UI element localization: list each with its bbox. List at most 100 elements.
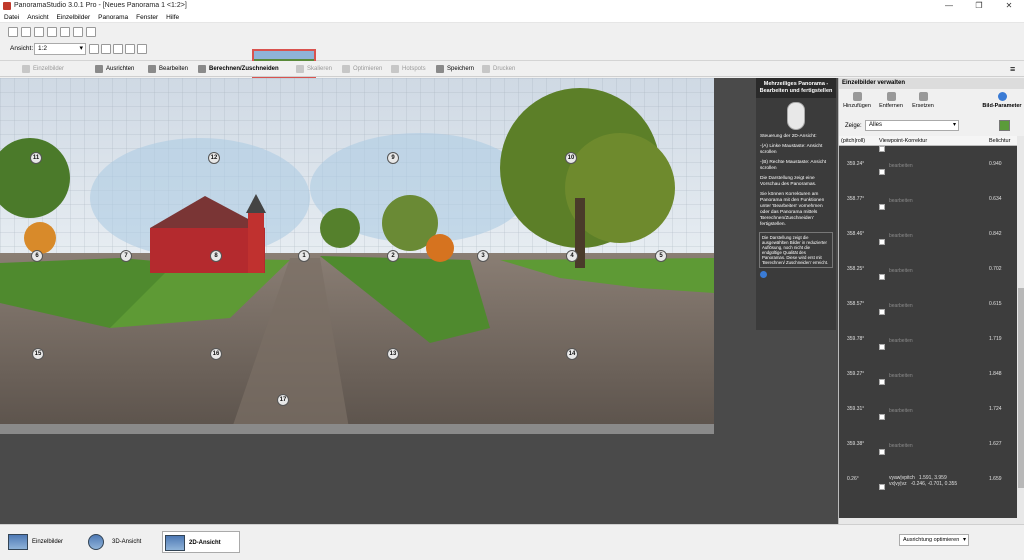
ausrichtung-select[interactable]: Ausrichtung optimieren [899, 534, 969, 546]
drucken-button[interactable]: Drucken [482, 64, 515, 74]
zoom-fit-icon[interactable] [113, 44, 123, 54]
marker-16[interactable]: 16 [210, 348, 222, 360]
table-row[interactable]: 359.38° bearbeiten 1.627 [839, 430, 1017, 465]
marker-2[interactable]: 2 [387, 250, 399, 262]
table-row[interactable]: 359.31° bearbeiten 1.724 [839, 395, 1017, 430]
marker-7[interactable]: 7 [120, 250, 132, 262]
hinzufuegen-button[interactable]: Hinzufügen [843, 92, 871, 109]
table-row[interactable]: 358.77° bearbeiten 0.634 [839, 185, 1017, 220]
ausrichten-button[interactable]: Ausrichten [95, 64, 134, 74]
tab-3d-ansicht[interactable]: 3D-Ansicht [86, 531, 156, 553]
menu-panorama[interactable]: Panorama [94, 12, 132, 23]
zoom-in-icon[interactable] [89, 44, 99, 54]
zoom-actual-icon[interactable] [137, 44, 147, 54]
marker-9[interactable]: 9 [387, 152, 399, 164]
menu-einzelbilder[interactable]: Einzelbilder [53, 12, 95, 23]
row-edit-link[interactable]: bearbeiten [889, 268, 913, 274]
menu-datei[interactable]: Datei [0, 12, 23, 23]
panel-title: Einzelbilder verwalten [839, 78, 1024, 89]
table-row[interactable]: 358.46° bearbeiten 0.842 [839, 220, 1017, 255]
new-icon[interactable] [8, 27, 18, 37]
row-checkbox[interactable] [879, 274, 885, 280]
marker-12[interactable]: 12 [208, 152, 220, 164]
table-row[interactable]: 359.27° bearbeiten 1.848 [839, 360, 1017, 395]
zeige-select[interactable]: Alles [865, 120, 959, 131]
marker-17[interactable]: 17 [277, 394, 289, 406]
row-checkbox[interactable] [879, 414, 885, 420]
app-icon [3, 2, 11, 10]
row-edit-link[interactable]: bearbeiten [889, 233, 913, 239]
ansicht-select[interactable]: 1:2 [34, 43, 86, 55]
speichern-button[interactable]: Speichern [436, 64, 474, 74]
menu-fenster[interactable]: Fenster [132, 12, 162, 23]
marker-15[interactable]: 15 [32, 348, 44, 360]
help-icon[interactable] [60, 27, 70, 37]
marker-8[interactable]: 8 [210, 250, 222, 262]
header-viewpoint[interactable]: Viewpoint-Korrektur [879, 136, 927, 146]
row-edit-link[interactable]: bearbeiten [889, 408, 913, 414]
row-checkbox[interactable] [879, 169, 885, 175]
row-edit-link[interactable]: bearbeiten [889, 163, 913, 169]
table-row[interactable]: 358.25° bearbeiten 0.702 [839, 255, 1017, 290]
open-icon[interactable] [21, 27, 31, 37]
close-icon[interactable]: ✕ [994, 0, 1024, 12]
zoom-out-icon[interactable] [101, 44, 111, 54]
row-edit-link[interactable]: bearbeiten [889, 198, 913, 204]
marker-10[interactable]: 10 [565, 152, 577, 164]
table-row[interactable]: 359.24° bearbeiten 0.940 [839, 150, 1017, 185]
menu-hilfe[interactable]: Hilfe [162, 12, 183, 23]
marker-1[interactable]: 1 [298, 250, 310, 262]
marker-13[interactable]: 13 [387, 348, 399, 360]
berechnen-zuschneiden-button[interactable]: Berechnen/Zuschneiden [198, 64, 279, 74]
tab-2d-ansicht[interactable]: 2D-Ansicht [162, 531, 240, 553]
row-edit-link[interactable]: bearbeiten [889, 373, 913, 379]
save-icon[interactable] [34, 27, 44, 37]
minimize-icon[interactable]: — [934, 0, 964, 12]
row-checkbox[interactable] [879, 344, 885, 350]
bearbeiten-button[interactable]: Bearbeiten [148, 64, 188, 74]
marker-11[interactable]: 11 [30, 152, 42, 164]
header-pitch-roll[interactable]: (pitch|roll) [841, 136, 865, 146]
panorama-preview[interactable] [0, 78, 714, 434]
table-row[interactable]: 359.78° bearbeiten 1.719 [839, 325, 1017, 360]
menu-ansicht[interactable]: Ansicht [23, 12, 52, 23]
scrollbar-thumb[interactable] [1018, 288, 1024, 488]
guidance-panel: Mehrzeiliges Panorama - Bearbeiten und f… [756, 78, 836, 330]
table-row[interactable]: 358.57° bearbeiten 0.615 [839, 290, 1017, 325]
row-checkbox[interactable] [879, 379, 885, 385]
skalieren-button[interactable]: Skalieren [296, 64, 332, 74]
row-edit-link[interactable]: bearbeiten [889, 338, 913, 344]
image-table[interactable]: (pitch|roll) Viewpoint-Korrektur Belicht… [839, 136, 1017, 524]
row-pitch: 359.24° [847, 161, 865, 167]
row-viewpoint-values[interactable]: vyaw|vpitch 1.591, 3.959 vx|vy|vz -0.246… [889, 475, 957, 487]
marker-14[interactable]: 14 [566, 348, 578, 360]
marker-3[interactable]: 3 [477, 250, 489, 262]
row-edit-link[interactable]: bearbeiten [889, 443, 913, 449]
row-checkbox[interactable] [879, 204, 885, 210]
menu-icon[interactable]: ≡ [1010, 64, 1015, 74]
ersetzen-button[interactable]: Ersetzen [909, 92, 937, 109]
row-checkbox[interactable] [879, 449, 885, 455]
row-checkbox[interactable] [879, 309, 885, 315]
view-mode-icon[interactable] [999, 120, 1010, 131]
entfernen-button[interactable]: Entfernen [877, 92, 905, 109]
table-row[interactable]: 0.26° vyaw|vpitch 1.591, 3.959 vx|vy|vz … [839, 465, 1017, 500]
info-icon[interactable] [47, 27, 57, 37]
marker-6[interactable]: 6 [31, 250, 43, 262]
maximize-icon[interactable]: ❐ [964, 0, 994, 12]
marker-5[interactable]: 5 [655, 250, 667, 262]
help-icon[interactable] [760, 271, 767, 278]
redo-icon[interactable] [86, 27, 96, 37]
zoom-full-icon[interactable] [125, 44, 135, 54]
tab-einzelbilder[interactable]: Einzelbilder [6, 531, 76, 553]
row-checkbox[interactable] [879, 484, 885, 490]
row-checkbox[interactable] [879, 239, 885, 245]
bild-parameter-button[interactable]: Bild-Parameter [981, 92, 1023, 109]
marker-4[interactable]: 4 [566, 250, 578, 262]
optimieren-button[interactable]: Optimieren [342, 64, 382, 74]
hotspots-button[interactable]: Hotspots [391, 64, 426, 74]
header-belichtung[interactable]: Belichtur [989, 136, 1010, 146]
undo-icon[interactable] [73, 27, 83, 37]
einzelbilder-button[interactable]: Einzelbilder [22, 64, 64, 74]
row-edit-link[interactable]: bearbeiten [889, 303, 913, 309]
